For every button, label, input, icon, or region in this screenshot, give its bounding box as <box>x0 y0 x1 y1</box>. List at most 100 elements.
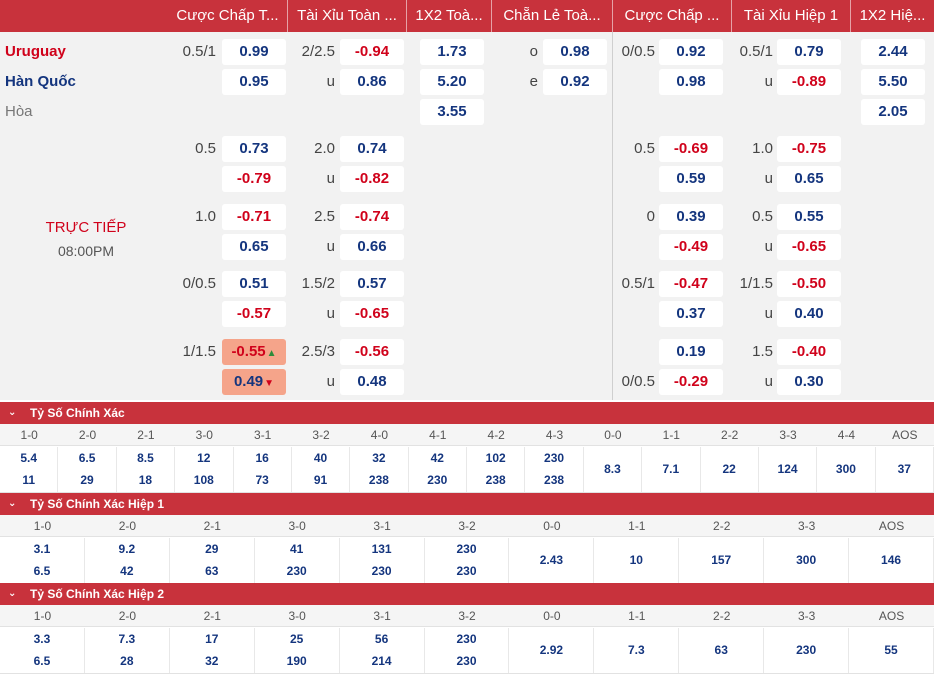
chevron-down-icon[interactable]: ⌄ <box>8 493 16 515</box>
score-odds-cell[interactable]: 10 <box>594 538 680 583</box>
home-win-odds[interactable]: 5.4 <box>0 447 57 469</box>
odds-button[interactable]: -0.74 <box>340 204 404 230</box>
away-win-odds[interactable]: 6.5 <box>0 650 84 672</box>
score-odds-cell[interactable]: 124 <box>759 447 818 492</box>
home-win-odds[interactable]: 102 <box>467 447 524 469</box>
chevron-down-icon[interactable]: ⌄ <box>8 402 16 424</box>
odds-button[interactable]: 0.66 <box>340 234 404 260</box>
away-win-odds[interactable]: 28 <box>85 650 169 672</box>
away-win-odds[interactable]: 230 <box>340 560 424 582</box>
home-win-odds[interactable]: 40 <box>292 447 349 469</box>
home-win-odds[interactable]: 42 <box>409 447 466 469</box>
score-odds-cell[interactable]: 29 63 <box>170 538 255 583</box>
odds-button[interactable]: 0.39 <box>659 204 723 230</box>
score-odds-cell[interactable]: 2.43 <box>509 538 595 583</box>
away-win-odds[interactable]: 230 <box>425 650 509 672</box>
home-win-odds[interactable]: 7.3 <box>85 628 169 650</box>
odds-button[interactable]: -0.75 <box>777 136 841 162</box>
tab-odd-even-full[interactable]: Chẵn Lẻ Toà... <box>492 0 612 32</box>
section-header[interactable]: ⌄ Tỷ Số Chính Xác Hiệp 2 <box>0 583 934 605</box>
section-header[interactable]: ⌄ Tỷ Số Chính Xác Hiệp 1 <box>0 493 934 515</box>
away-win-odds[interactable]: 230 <box>425 560 509 582</box>
odds-button[interactable]: 0.55 <box>777 204 841 230</box>
home-win-odds[interactable]: 131 <box>340 538 424 560</box>
odds-button[interactable]: 5.20 <box>420 69 484 95</box>
home-win-odds[interactable]: 25 <box>255 628 339 650</box>
odds-button[interactable]: -0.71 <box>222 204 286 230</box>
odds-button[interactable]: 3.55 <box>420 99 484 125</box>
tab-over-under-full[interactable]: Tài Xỉu Toàn ... <box>288 0 406 32</box>
odds-button[interactable]: -0.50 <box>777 271 841 297</box>
score-odds-cell[interactable]: 42 230 <box>409 447 467 492</box>
tab-1x2-full[interactable]: 1X2 Toà... <box>407 0 491 32</box>
tab-handicap-full[interactable]: Cược Chấp T... <box>168 0 287 32</box>
home-win-odds[interactable]: 16 <box>234 447 291 469</box>
away-win-odds[interactable]: 73 <box>234 469 291 491</box>
score-odds-cell[interactable]: 41 230 <box>255 538 340 583</box>
score-odds-cell[interactable]: 25 190 <box>255 628 340 673</box>
odds-button[interactable]: 0.37 <box>659 301 723 327</box>
odds-button[interactable]: 5.50 <box>861 69 925 95</box>
away-win-odds[interactable]: 238 <box>350 469 407 491</box>
odds-button[interactable]: -0.57 <box>222 301 286 327</box>
odds-button[interactable]: 0.74 <box>340 136 404 162</box>
score-odds-cell[interactable]: 6.5 29 <box>58 447 117 492</box>
score-odds-cell[interactable]: 230 230 <box>425 628 510 673</box>
odds-button[interactable]: -0.29 <box>659 369 723 395</box>
odds-button[interactable]: 0.19 <box>659 339 723 365</box>
odds-button[interactable]: 0.59 <box>659 166 723 192</box>
home-win-odds[interactable]: 17 <box>170 628 254 650</box>
home-win-odds[interactable]: 3.1 <box>0 538 84 560</box>
away-win-odds[interactable]: 42 <box>85 560 169 582</box>
home-win-odds[interactable]: 9.2 <box>85 538 169 560</box>
away-win-odds[interactable]: 238 <box>467 469 524 491</box>
odds-button[interactable]: 0.73 <box>222 136 286 162</box>
score-odds-cell[interactable]: 8.3 <box>584 447 643 492</box>
odds-button[interactable]: 0.98 <box>543 39 607 65</box>
score-odds-cell[interactable]: 300 <box>764 538 850 583</box>
odds-button[interactable]: 0.92 <box>543 69 607 95</box>
away-win-odds[interactable]: 6.5 <box>0 560 84 582</box>
score-odds-cell[interactable]: 157 <box>679 538 765 583</box>
home-win-odds[interactable]: 8.5 <box>117 447 174 469</box>
away-win-odds[interactable]: 230 <box>409 469 466 491</box>
away-win-odds[interactable]: 238 <box>525 469 582 491</box>
score-odds-cell[interactable]: 300 <box>817 447 876 492</box>
odds-button[interactable]: 0.65 <box>222 234 286 260</box>
away-win-odds[interactable]: 11 <box>0 469 57 491</box>
away-win-odds[interactable]: 190 <box>255 650 339 672</box>
score-odds-cell[interactable]: 3.3 6.5 <box>0 628 85 673</box>
chevron-down-icon[interactable]: ⌄ <box>8 583 16 605</box>
score-odds-cell[interactable]: 9.2 42 <box>85 538 170 583</box>
away-win-odds[interactable]: 18 <box>117 469 174 491</box>
score-odds-cell[interactable]: 3.1 6.5 <box>0 538 85 583</box>
away-win-odds[interactable]: 29 <box>58 469 115 491</box>
odds-button[interactable]: 0.86 <box>340 69 404 95</box>
score-odds-cell[interactable]: 131 230 <box>340 538 425 583</box>
odds-button[interactable]: 0.40 <box>777 301 841 327</box>
odds-button[interactable]: -0.89 <box>777 69 841 95</box>
score-odds-cell[interactable]: 32 238 <box>350 447 409 492</box>
tab-handicap-h1[interactable]: Cược Chấp ... <box>613 0 731 32</box>
odds-button[interactable]: -0.47 <box>659 271 723 297</box>
odds-button[interactable]: 0.65 <box>777 166 841 192</box>
score-odds-cell[interactable]: 5.4 11 <box>0 447 59 492</box>
score-odds-cell[interactable]: 55 <box>849 628 934 673</box>
odds-button[interactable]: 0.30 <box>777 369 841 395</box>
score-odds-cell[interactable]: 40 91 <box>292 447 351 492</box>
home-win-odds[interactable]: 3.3 <box>0 628 84 650</box>
odds-button[interactable]: 0.98 <box>659 69 723 95</box>
odds-button[interactable]: 0.92 <box>659 39 723 65</box>
away-win-odds[interactable]: 108 <box>175 469 232 491</box>
odds-button[interactable]: -0.69 <box>659 136 723 162</box>
home-win-odds[interactable]: 29 <box>170 538 254 560</box>
odds-button[interactable]: -0.79 <box>222 166 286 192</box>
score-odds-cell[interactable]: 230 <box>764 628 850 673</box>
odds-button[interactable]: 0.79 <box>777 39 841 65</box>
score-odds-cell[interactable]: 37 <box>876 447 934 492</box>
odds-button[interactable]: -0.65 <box>340 301 404 327</box>
odds-button[interactable]: 0.48 <box>340 369 404 395</box>
score-odds-cell[interactable]: 7.3 28 <box>85 628 170 673</box>
score-odds-cell[interactable]: 230 238 <box>525 447 584 492</box>
odds-button[interactable]: 0.95 <box>222 69 286 95</box>
